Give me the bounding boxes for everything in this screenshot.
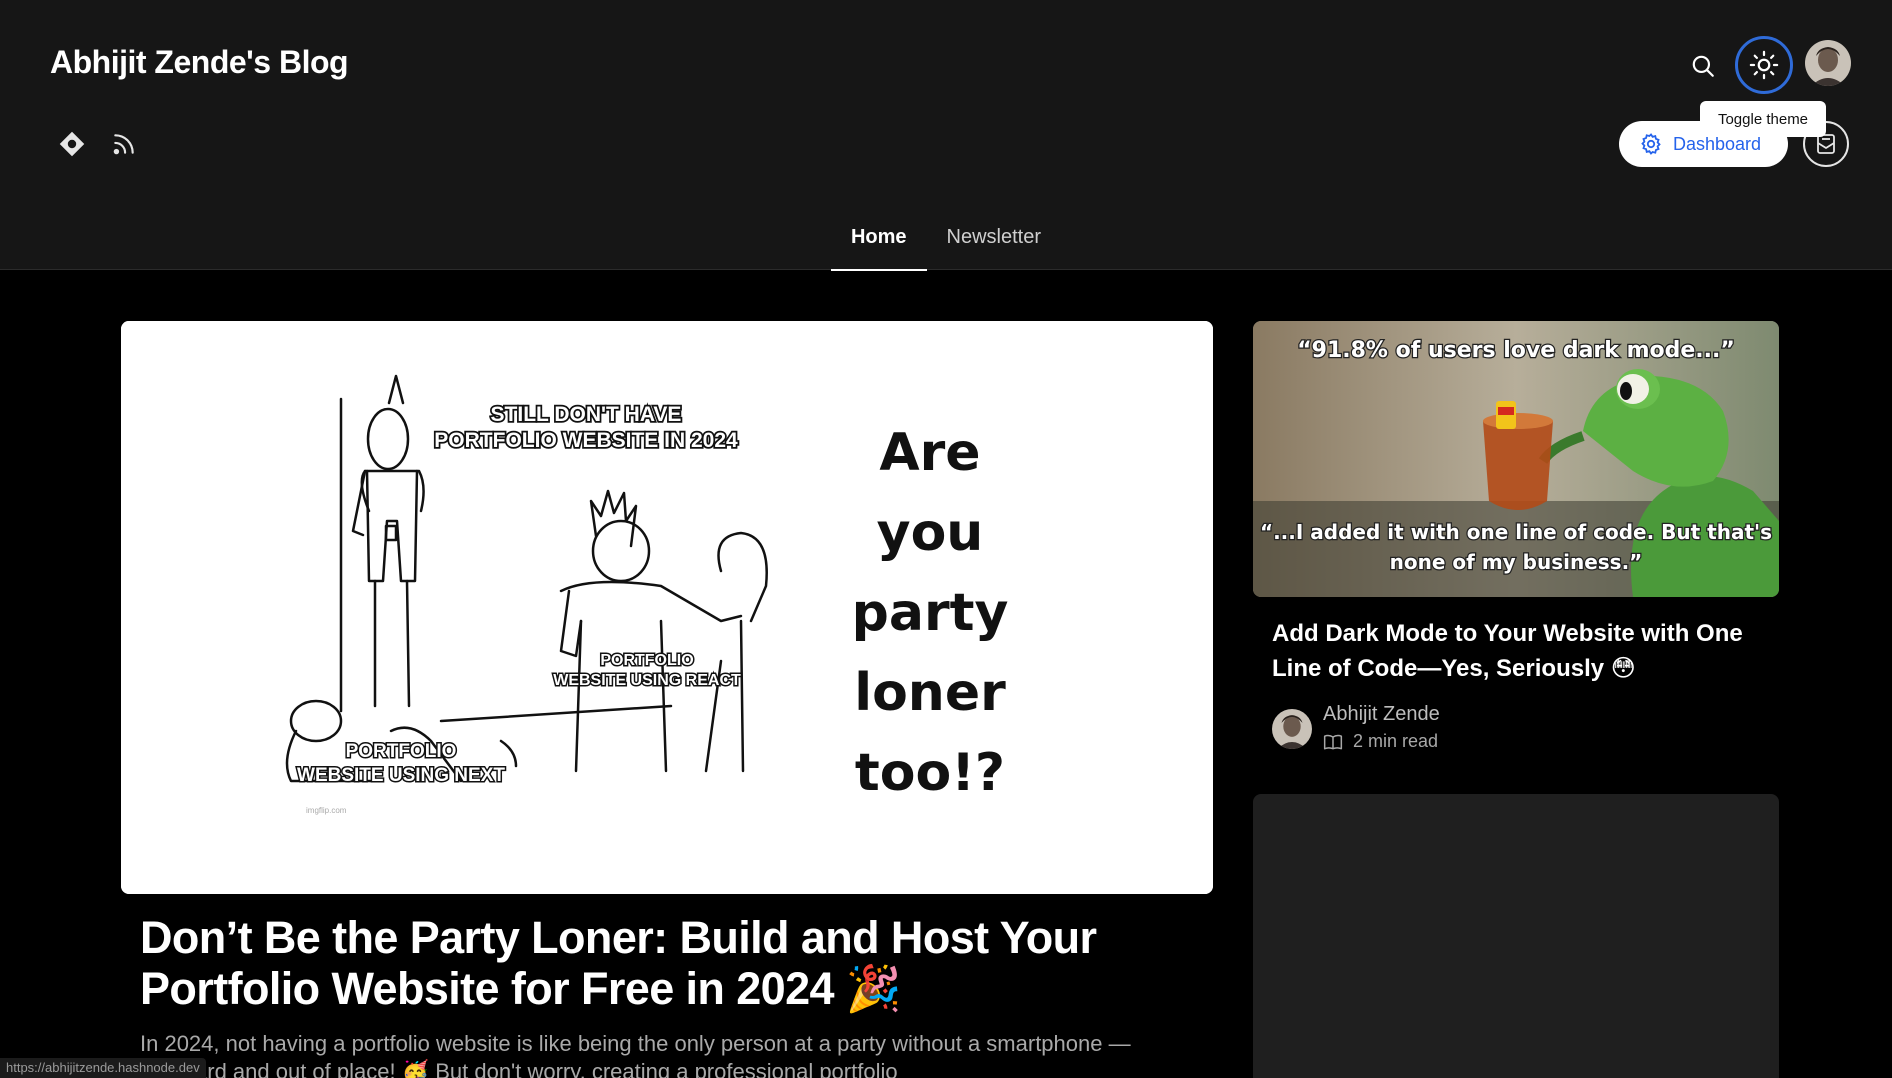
hashnode-icon xyxy=(59,131,85,157)
rss-icon xyxy=(113,134,134,155)
book-icon xyxy=(1323,734,1343,749)
featured-post-title[interactable]: Don’t Be the Party Loner: Build and Host… xyxy=(140,912,1200,1014)
author-name[interactable]: Abhijit Zende xyxy=(1323,703,1440,726)
party-loner-meme-image: STILL DON'T HAVE PORTFOLIO WEBSITE IN 20… xyxy=(121,321,1213,894)
svg-text:WEBSITE USING NEXT: WEBSITE USING NEXT xyxy=(297,765,505,786)
tab-home[interactable]: Home xyxy=(830,218,927,271)
blog-title[interactable]: Abhijit Zende's Blog xyxy=(50,44,349,81)
meme-bottom-text-line1: “...I added it with one line of code. Bu… xyxy=(1260,520,1772,544)
toggle-theme-tooltip: Toggle theme xyxy=(1700,101,1826,137)
blog-nav-tabs: Home Newsletter xyxy=(0,218,1892,271)
meme-top-text: “91.8% of users love dark mode...” xyxy=(1297,338,1735,363)
read-time: 2 min read xyxy=(1323,731,1438,752)
avatar xyxy=(1805,40,1851,86)
status-bar-url: https://abhijitzende.hashnode.dev xyxy=(0,1058,206,1078)
avatar xyxy=(1272,709,1312,749)
meme-bottom-text-line2: none of my business.” xyxy=(1390,550,1643,574)
featured-post-cover[interactable]: STILL DON'T HAVE PORTFOLIO WEBSITE IN 20… xyxy=(121,321,1213,894)
sun-icon xyxy=(1749,50,1779,80)
meme-watermark: imgflip.com xyxy=(306,806,347,815)
side-post-placeholder-card[interactable] xyxy=(1253,794,1779,1078)
side-post-cover[interactable]: “91.8% of users love dark mode...” “...I… xyxy=(1253,321,1779,597)
tab-newsletter[interactable]: Newsletter xyxy=(927,218,1061,270)
site-header: Abhijit Zende's Blog Toggle theme Dashbo… xyxy=(0,0,1892,271)
search-icon xyxy=(1692,55,1714,77)
meme-caption-next: PORTFOLIO xyxy=(346,741,457,762)
meme-caption-loner: STILL DON'T HAVE xyxy=(491,403,682,426)
kermit-tea-meme-image: “91.8% of users love dark mode...” “...I… xyxy=(1253,321,1779,597)
gear-icon xyxy=(1641,133,1661,155)
svg-text:WEBSITE USING REACT: WEBSITE USING REACT xyxy=(553,672,741,689)
svg-text:PORTFOLIO WEBSITE IN 2024: PORTFOLIO WEBSITE IN 2024 xyxy=(434,429,738,452)
author-avatar[interactable] xyxy=(1272,709,1312,749)
search-button[interactable] xyxy=(1681,44,1725,88)
rss-feed-link[interactable] xyxy=(104,124,144,164)
toggle-theme-button[interactable] xyxy=(1735,36,1793,94)
user-avatar-button[interactable] xyxy=(1805,40,1851,86)
meme-side-text: Are you party loner too!? xyxy=(851,423,1009,803)
meme-caption-react: PORTFOLIO xyxy=(600,652,693,669)
featured-post-excerpt: In 2024, not having a portfolio website … xyxy=(140,1031,1131,1078)
side-post-title[interactable]: Add Dark Mode to Your Website with One L… xyxy=(1272,616,1772,686)
hashnode-profile-link[interactable] xyxy=(52,124,92,164)
read-time-label: 2 min read xyxy=(1353,731,1439,751)
